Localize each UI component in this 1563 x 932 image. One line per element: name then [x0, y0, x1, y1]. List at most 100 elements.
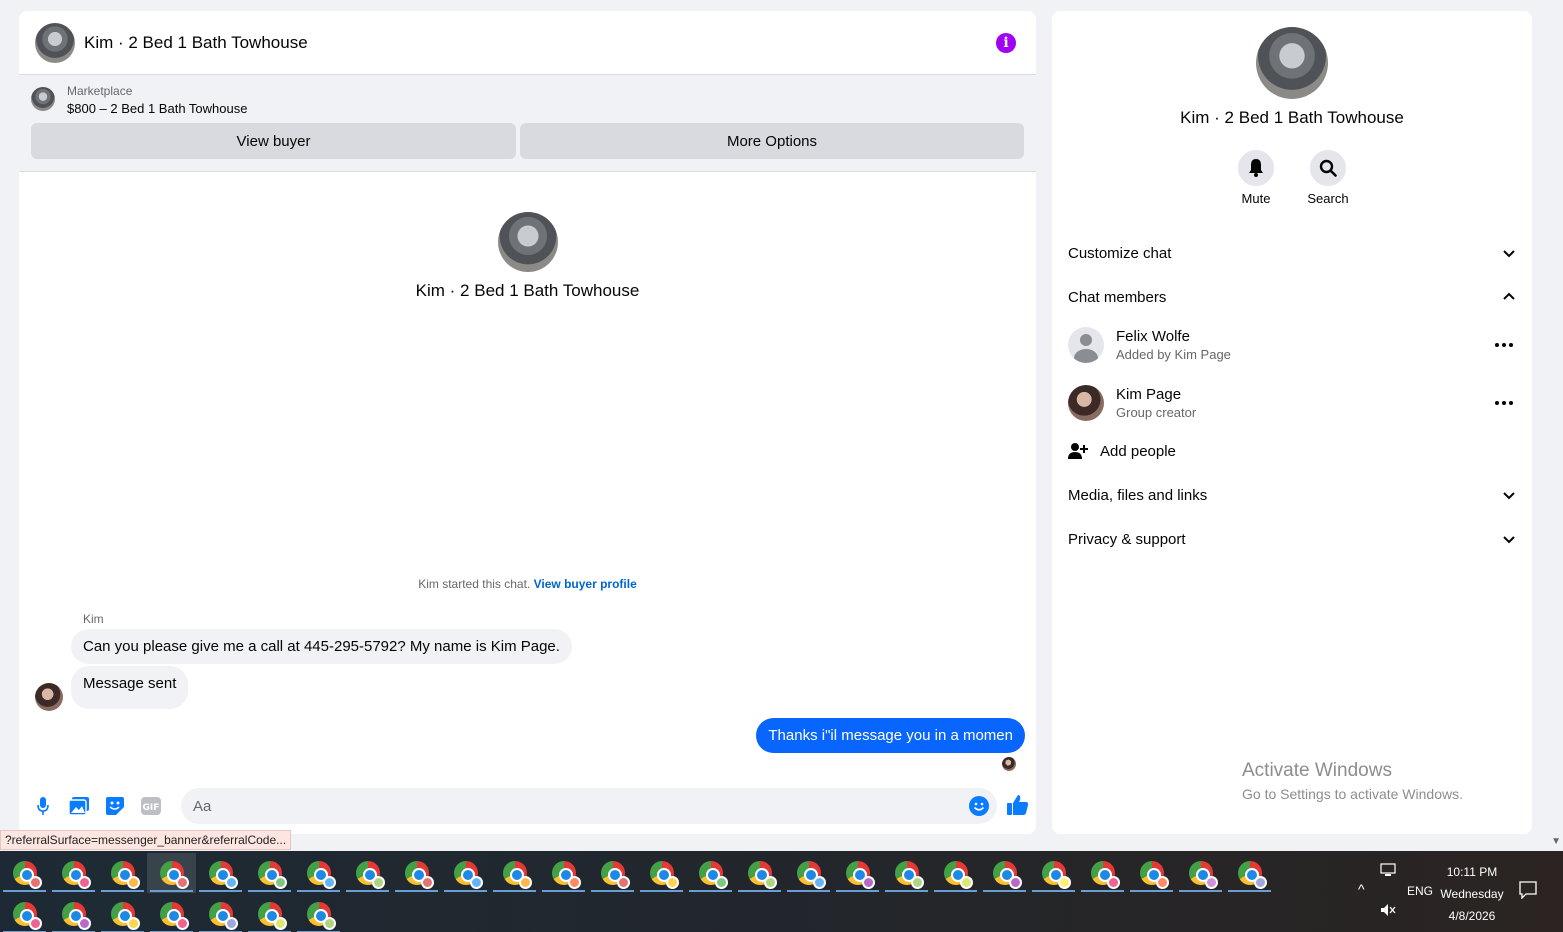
chevron-down-icon: [1503, 250, 1515, 258]
chrome-taskbar-button[interactable]: [147, 853, 196, 893]
chrome-taskbar-button[interactable]: [1078, 853, 1127, 893]
chrome-taskbar-button[interactable]: [98, 894, 147, 932]
view-buyer-button[interactable]: View buyer: [31, 123, 516, 159]
watermark-title: Activate Windows: [1242, 760, 1392, 781]
chrome-taskbar-button[interactable]: [1029, 853, 1078, 893]
chrome-icon: [1090, 861, 1120, 889]
chrome-taskbar-button[interactable]: [196, 853, 245, 893]
chrome-taskbar-button[interactable]: [245, 853, 294, 893]
chrome-taskbar-button[interactable]: [98, 853, 147, 893]
status-bar-url: ?referralSurface=messenger_banner&referr…: [0, 830, 292, 850]
chrome-taskbar-button[interactable]: [294, 894, 343, 932]
more-options-icon[interactable]: [1492, 401, 1516, 405]
mute-button[interactable]: Mute: [1238, 150, 1274, 206]
chrome-icon: [257, 861, 287, 889]
sticker-icon[interactable]: [105, 796, 125, 816]
listing-title[interactable]: $800 – 2 Bed 1 Bath Towhouse: [67, 101, 247, 116]
chrome-icon: [698, 861, 728, 889]
chevron-up-icon[interactable]: ^: [1358, 881, 1365, 897]
chrome-taskbar-button[interactable]: [147, 894, 196, 932]
chrome-taskbar-button[interactable]: [392, 853, 441, 893]
privacy-support-section[interactable]: Privacy & support: [1068, 527, 1516, 551]
clock-date: 4/8/2026: [1448, 909, 1496, 923]
more-options-button[interactable]: More Options: [520, 123, 1024, 159]
network-icon[interactable]: [1380, 863, 1396, 880]
chrome-taskbar-button[interactable]: [1127, 853, 1176, 893]
avatar: [1068, 385, 1104, 421]
chrome-icon: [12, 902, 42, 930]
more-options-icon[interactable]: [1492, 343, 1516, 347]
emoji-icon[interactable]: [969, 796, 989, 816]
volume-muted-icon[interactable]: [1380, 903, 1396, 920]
chrome-icon: [355, 861, 385, 889]
chrome-taskbar-button[interactable]: [294, 853, 343, 893]
chrome-icon: [1041, 861, 1071, 889]
chrome-taskbar-button[interactable]: [0, 894, 49, 932]
chrome-icon: [943, 861, 973, 889]
chrome-icon: [1139, 861, 1169, 889]
like-icon[interactable]: [1007, 794, 1031, 818]
chat-avatar[interactable]: [35, 22, 75, 63]
chrome-taskbar-button[interactable]: [343, 853, 392, 893]
chrome-taskbar-button[interactable]: [441, 853, 490, 893]
media-files-section[interactable]: Media, files and links: [1068, 483, 1516, 507]
message-input[interactable]: [181, 788, 997, 824]
chrome-icon: [747, 861, 777, 889]
chat-members-section[interactable]: Chat members: [1068, 285, 1516, 309]
chrome-taskbar-button[interactable]: [49, 894, 98, 932]
chrome-taskbar-button[interactable]: [980, 853, 1029, 893]
media-files-label: Media, files and links: [1068, 486, 1208, 504]
seen-indicator-avatar: [1002, 757, 1016, 771]
customize-chat-section[interactable]: Customize chat: [1068, 241, 1516, 265]
sender-avatar[interactable]: [35, 683, 63, 711]
activate-windows-watermark: Activate Windows Go to Settings to activ…: [1242, 760, 1463, 802]
member-row[interactable]: Kim Page Group creator: [1068, 383, 1516, 423]
watermark-subtitle: Go to Settings to activate Windows.: [1242, 786, 1463, 802]
member-row[interactable]: Felix Wolfe Added by Kim Page: [1068, 325, 1516, 365]
add-people-button[interactable]: Add people: [1068, 439, 1516, 463]
chrome-taskbar-button[interactable]: [49, 853, 98, 893]
chrome-taskbar-button[interactable]: [833, 853, 882, 893]
chrome-icon: [208, 902, 238, 930]
language-indicator[interactable]: ENG: [1407, 884, 1433, 898]
clock[interactable]: 10:11 PM Wednesday 4/8/2026: [1439, 861, 1505, 927]
chrome-taskbar-button[interactable]: [588, 853, 637, 893]
photo-icon[interactable]: [69, 796, 89, 816]
chrome-taskbar-button[interactable]: [882, 853, 931, 893]
message-bubble-incoming[interactable]: Can you please give me a call at 445-295…: [71, 629, 572, 664]
chrome-taskbar-button[interactable]: [637, 853, 686, 893]
chrome-taskbar-button[interactable]: [490, 853, 539, 893]
info-icon[interactable]: i: [996, 32, 1016, 53]
search-button[interactable]: Search: [1307, 150, 1349, 206]
chrome-taskbar-button[interactable]: [1176, 853, 1225, 893]
chrome-taskbar-button[interactable]: [784, 853, 833, 893]
chrome-taskbar-button[interactable]: [735, 853, 784, 893]
chrome-taskbar-button[interactable]: [0, 853, 49, 893]
chrome-taskbar-button[interactable]: [931, 853, 980, 893]
message-bubble-incoming[interactable]: Message sent: [71, 666, 189, 709]
svg-text:GIF: GIF: [143, 803, 160, 813]
microphone-icon[interactable]: [33, 796, 53, 816]
member-name: Felix Wolfe: [1116, 328, 1190, 345]
chat-title[interactable]: Kim · 2 Bed 1 Bath Towhouse: [84, 33, 308, 53]
message-bubble-outgoing[interactable]: Thanks i"il message you in a momen: [756, 718, 1025, 753]
chrome-taskbar-button[interactable]: [245, 894, 294, 932]
member-role: Group creator: [1116, 405, 1197, 420]
chevron-down-icon: [1503, 536, 1515, 544]
chrome-icon: [404, 861, 434, 889]
composer-bar: GIF: [19, 786, 1036, 826]
chrome-taskbar-button[interactable]: [539, 853, 588, 893]
gif-icon[interactable]: GIF: [141, 796, 161, 816]
side-avatar[interactable]: [1256, 27, 1328, 99]
scrollbar-down-arrow[interactable]: ▼: [1551, 836, 1561, 847]
search-label: Search: [1307, 191, 1349, 206]
chrome-taskbar-button[interactable]: [686, 853, 735, 893]
chrome-taskbar-button[interactable]: [196, 894, 245, 932]
view-buyer-profile-link[interactable]: View buyer profile: [534, 577, 637, 591]
chrome-taskbar-button[interactable]: [1225, 853, 1274, 893]
marketplace-banner: Marketplace $800 – 2 Bed 1 Bath Towhouse…: [19, 75, 1036, 172]
bell-icon: [1238, 150, 1274, 186]
notification-icon[interactable]: [1519, 881, 1537, 902]
add-people-label: Add people: [1100, 442, 1176, 460]
chrome-icon: [1237, 861, 1267, 889]
